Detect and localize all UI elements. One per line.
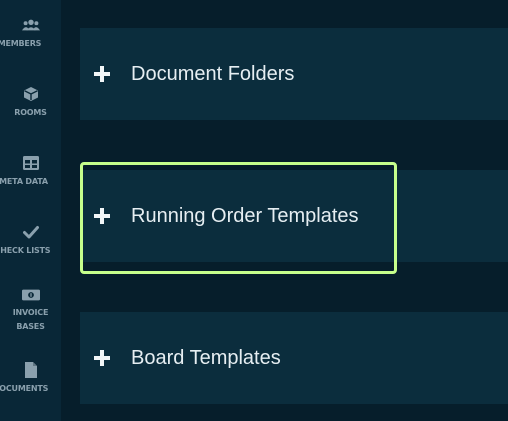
sidebar-item-meta-data[interactable]: META DATA bbox=[0, 155, 61, 188]
plus-icon[interactable] bbox=[93, 207, 111, 225]
panel-document-folders[interactable]: Document Folders bbox=[80, 28, 508, 120]
sidebar-item-label: MEMBERS bbox=[0, 39, 42, 48]
panel-title: Running Order Templates bbox=[131, 204, 359, 227]
sidebar-item-documents[interactable]: DOCUMENTS bbox=[0, 362, 61, 395]
sidebar-item-label: ROOMS bbox=[14, 108, 47, 117]
plus-icon[interactable] bbox=[93, 65, 111, 83]
plus-icon[interactable] bbox=[93, 349, 111, 367]
main-content: Document Folders Running Order Templates… bbox=[61, 0, 508, 421]
members-icon bbox=[21, 17, 40, 33]
sidebar-item-members[interactable]: MEMBERS bbox=[0, 17, 61, 50]
sidebar-item-rooms[interactable]: ROOMS bbox=[0, 86, 61, 119]
panel-board-templates[interactable]: Board Templates bbox=[80, 312, 508, 404]
money-icon bbox=[21, 287, 40, 303]
sidebar-item-invoice-bases[interactable]: INVOICE BASES bbox=[0, 287, 61, 333]
panel-title: Document Folders bbox=[131, 62, 295, 85]
sidebar-item-label: CHECK LISTS bbox=[0, 246, 51, 255]
panel-running-order-templates[interactable]: Running Order Templates bbox=[80, 170, 508, 262]
sidebar-item-check-lists[interactable]: CHECK LISTS bbox=[0, 224, 61, 257]
table-icon bbox=[22, 155, 40, 171]
sidebar-item-label: INVOICE bbox=[12, 308, 49, 317]
cube-icon bbox=[22, 86, 40, 102]
document-icon bbox=[22, 362, 40, 378]
sidebar-item-label: META DATA bbox=[0, 177, 48, 186]
panel-title: Board Templates bbox=[131, 346, 281, 369]
sidebar-item-label: DOCUMENTS bbox=[0, 384, 49, 393]
sidebar: MEMBERS ROOMS META DATA CHECK LISTS INVO… bbox=[0, 0, 61, 421]
sidebar-item-label-line2: BASES bbox=[16, 322, 45, 331]
check-icon bbox=[22, 224, 40, 240]
